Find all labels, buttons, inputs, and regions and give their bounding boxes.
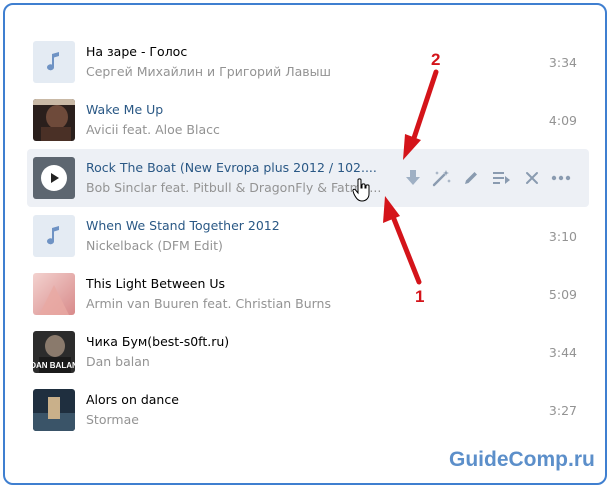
annotation-label-1: 1 (415, 287, 425, 306)
annotation-arrows (383, 69, 439, 285)
annotation-label-2: 2 (431, 50, 441, 69)
watermark: GuideComp.ru (449, 448, 595, 471)
